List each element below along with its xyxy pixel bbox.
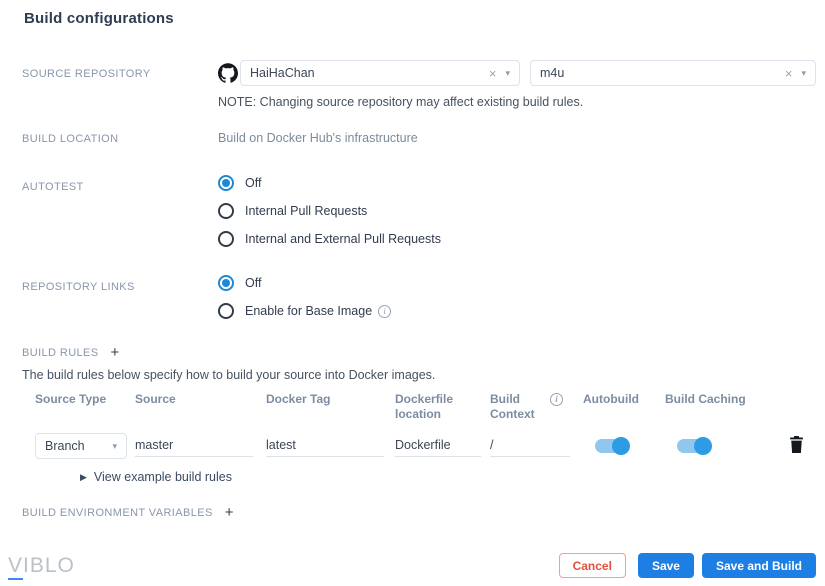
radio-unselected-icon[interactable] [218,231,234,247]
radio-unselected-icon[interactable] [218,303,234,319]
col-header-build-context: Build Context i [490,392,583,422]
autobuild-toggle[interactable] [595,437,630,455]
col-header-source-type: Source Type [35,392,107,406]
repo-clear-icon[interactable]: × [785,67,793,80]
org-select-value: HaiHaChan [250,66,315,80]
collapsed-arrow-icon: ▶ [80,471,87,482]
autotest-label: AUTOTEST [22,181,84,193]
repo-caret-down-icon[interactable]: ▾ [801,68,806,78]
radio-unselected-icon[interactable] [218,203,234,219]
col-header-autobuild: Autobuild [583,392,639,406]
source-repository-note: NOTE: Changing source repository may aff… [218,95,584,109]
build-environment-variables-label: BUILD ENVIRONMENT VARIABLES [22,507,213,519]
source-repository-label: SOURCE REPOSITORY [22,68,151,80]
org-clear-icon[interactable]: × [489,67,497,80]
autotest-option-internal-pr[interactable]: Internal Pull Requests [218,202,825,220]
cancel-button[interactable]: Cancel [558,553,626,578]
build-location-label: BUILD LOCATION [22,133,119,145]
org-select[interactable]: HaiHaChan × ▾ [240,60,520,86]
build-rules-section: BUILD RULES + The build rules below spec… [0,345,825,382]
save-button[interactable]: Save [637,553,694,578]
delete-rule-button[interactable] [788,435,805,457]
build-location-value: Build on Docker Hub's infrastructure [218,131,418,145]
build-rules-table: Source Type Source Docker Tag Dockerfile… [35,392,815,484]
footer: VIBLO Cancel Save Save and Build [0,553,825,580]
radio-selected-icon[interactable] [218,275,234,291]
col-header-docker-tag: Docker Tag [266,392,331,406]
autotest-option-off[interactable]: Off [218,174,825,192]
autotest-option-internal-external-pr[interactable]: Internal and External Pull Requests [218,230,825,248]
viblo-logo-rest: IBLO [23,553,75,577]
view-example-build-rules-link[interactable]: ▶ View example build rules [80,470,815,484]
col-header-dockerfile-location: Dockerfile location [395,392,454,421]
add-env-var-button[interactable]: + [225,505,234,520]
repo-select-value: m4u [540,66,565,80]
trash-icon [790,436,803,453]
col-header-source: Source [135,392,176,406]
source-input[interactable] [135,435,253,457]
add-build-rule-button[interactable]: + [111,345,120,360]
build-rules-description: The build rules below specify how to bui… [22,368,436,382]
repository-links-label: REPOSITORY LINKS [22,281,135,293]
repo-select[interactable]: m4u × ▾ [530,60,816,86]
page-title: Build configurations [24,10,174,27]
build-caching-toggle[interactable] [677,437,712,455]
build-context-input[interactable] [490,435,570,457]
repo-links-option-base-image[interactable]: Enable for Base Image i [218,302,825,320]
source-repository-row: SOURCE REPOSITORY HaiHaChan × ▾ m4u × ▾ … [0,60,825,110]
docker-tag-input[interactable] [266,435,384,457]
repo-links-option-off[interactable]: Off [218,274,825,292]
autotest-row: AUTOTEST Off Internal Pull Requests Inte… [0,174,825,248]
table-row: Branch ▾ [35,432,135,460]
radio-selected-icon[interactable] [218,175,234,191]
save-and-build-button[interactable]: Save and Build [701,553,816,578]
build-rules-label: BUILD RULES [22,347,99,359]
build-context-info-icon[interactable]: i [550,393,563,406]
build-location-row: BUILD LOCATION Build on Docker Hub's inf… [0,130,825,146]
org-caret-down-icon[interactable]: ▾ [505,68,510,78]
source-type-caret-down-icon[interactable]: ▾ [112,441,117,451]
repository-links-row: REPOSITORY LINKS Off Enable for Base Ima… [0,274,825,320]
github-icon [218,62,240,84]
dockerfile-location-input[interactable] [395,435,481,457]
col-header-build-caching: Build Caching [665,392,746,406]
build-configurations-page: Build configurations SOURCE REPOSITORY H… [0,0,825,586]
base-image-info-icon[interactable]: i [378,304,392,318]
source-type-select[interactable]: Branch ▾ [35,433,127,459]
col-header-actions [760,392,815,422]
build-environment-variables-section: BUILD ENVIRONMENT VARIABLES + [0,505,825,520]
viblo-logo: VIBLO [8,553,75,580]
